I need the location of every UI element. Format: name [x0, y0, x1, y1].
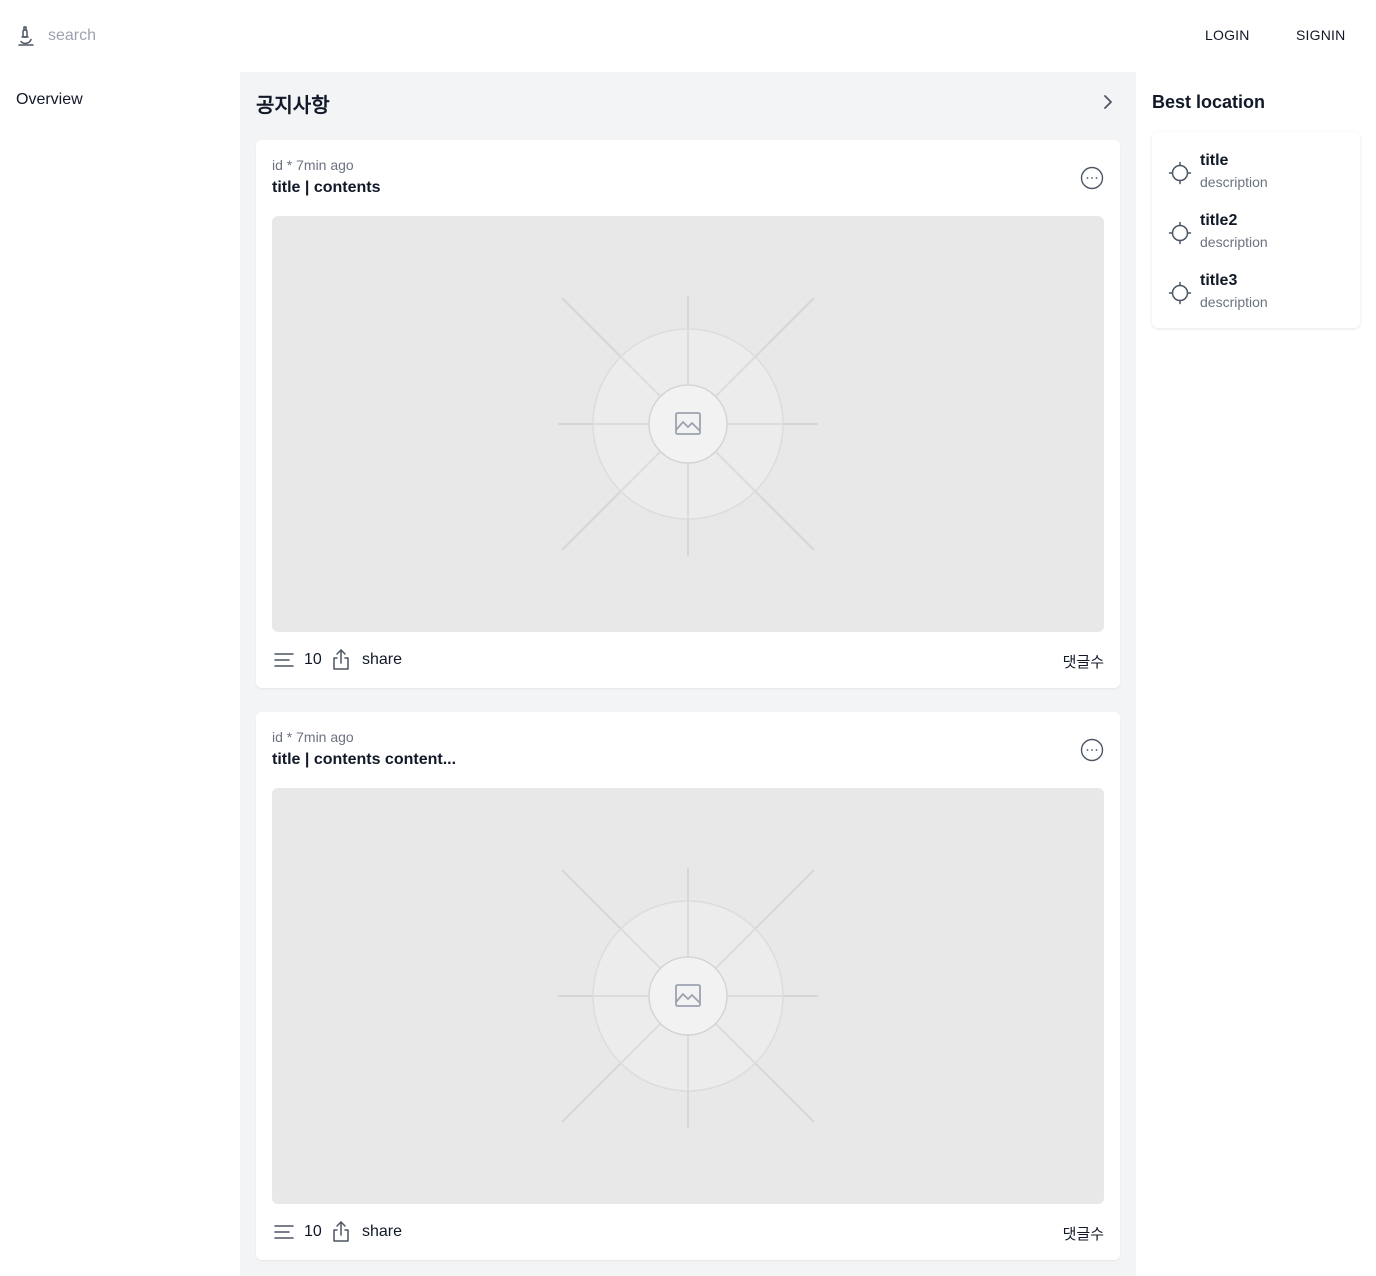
- share-icon[interactable]: [329, 648, 353, 672]
- location-description: description: [1200, 174, 1268, 190]
- post-footer: 10 share 댓글수: [272, 648, 1104, 672]
- share-icon[interactable]: [329, 1220, 353, 1244]
- post-footer: 10 share 댓글수: [272, 1220, 1104, 1244]
- comments-count-label[interactable]: 댓글수: [1063, 1223, 1104, 1244]
- post-meta: id * 7min ago: [272, 157, 354, 173]
- crosshair-icon: [1168, 221, 1192, 245]
- post-meta: id * 7min ago: [272, 729, 354, 745]
- post-image-placeholder: [272, 216, 1104, 632]
- post-count: 10: [304, 651, 322, 668]
- best-location-title: Best location: [1152, 92, 1266, 112]
- signin-button[interactable]: SIGNIN: [1296, 27, 1345, 43]
- location-title: title3: [1200, 272, 1238, 289]
- location-item[interactable]: title2 description: [1168, 212, 1348, 256]
- top-header: LOGIN SIGNIN: [0, 0, 1376, 72]
- post-count: 10: [304, 1223, 322, 1240]
- location-description: description: [1200, 234, 1268, 250]
- sidebar-item-overview[interactable]: Overview: [16, 91, 83, 109]
- location-description: description: [1200, 294, 1268, 310]
- menu-lines-icon: [274, 1225, 294, 1239]
- location-title: title: [1200, 152, 1229, 169]
- post-image-placeholder: [272, 788, 1104, 1204]
- more-options-icon[interactable]: [1080, 738, 1104, 762]
- location-item[interactable]: title description: [1168, 152, 1348, 196]
- login-button[interactable]: LOGIN: [1205, 27, 1250, 43]
- crosshair-icon: [1168, 281, 1192, 305]
- post-card: id * 7min ago title | contents content..…: [256, 712, 1120, 1260]
- menu-lines-icon: [274, 653, 294, 667]
- chevron-right-icon[interactable]: [1098, 92, 1118, 112]
- location-item[interactable]: title3 description: [1168, 272, 1348, 316]
- right-sidebar: Best location title description title2 d: [1136, 72, 1376, 1276]
- post-title[interactable]: title | contents: [272, 179, 380, 197]
- more-options-icon[interactable]: [1080, 166, 1104, 190]
- left-sidebar: Overview: [0, 72, 240, 1276]
- location-title: title2: [1200, 212, 1238, 229]
- search-bar: [16, 16, 248, 48]
- crosshair-icon: [1168, 161, 1192, 185]
- section-title: 공지사항: [256, 95, 330, 117]
- image-placeholder-icon: [558, 296, 818, 556]
- search-input[interactable]: [48, 24, 248, 48]
- share-button[interactable]: share: [362, 651, 402, 669]
- comments-count-label[interactable]: 댓글수: [1063, 651, 1104, 672]
- share-button[interactable]: share: [362, 1223, 402, 1241]
- main-feed: 공지사항 id * 7min ago title | contents 10 s…: [240, 72, 1136, 1276]
- best-location-list: title description title2 description tit…: [1152, 132, 1360, 328]
- image-placeholder-icon: [558, 868, 818, 1128]
- post-card: id * 7min ago title | contents 10 share …: [256, 140, 1120, 688]
- microscope-icon[interactable]: [16, 24, 40, 48]
- post-title[interactable]: title | contents content...: [272, 751, 456, 769]
